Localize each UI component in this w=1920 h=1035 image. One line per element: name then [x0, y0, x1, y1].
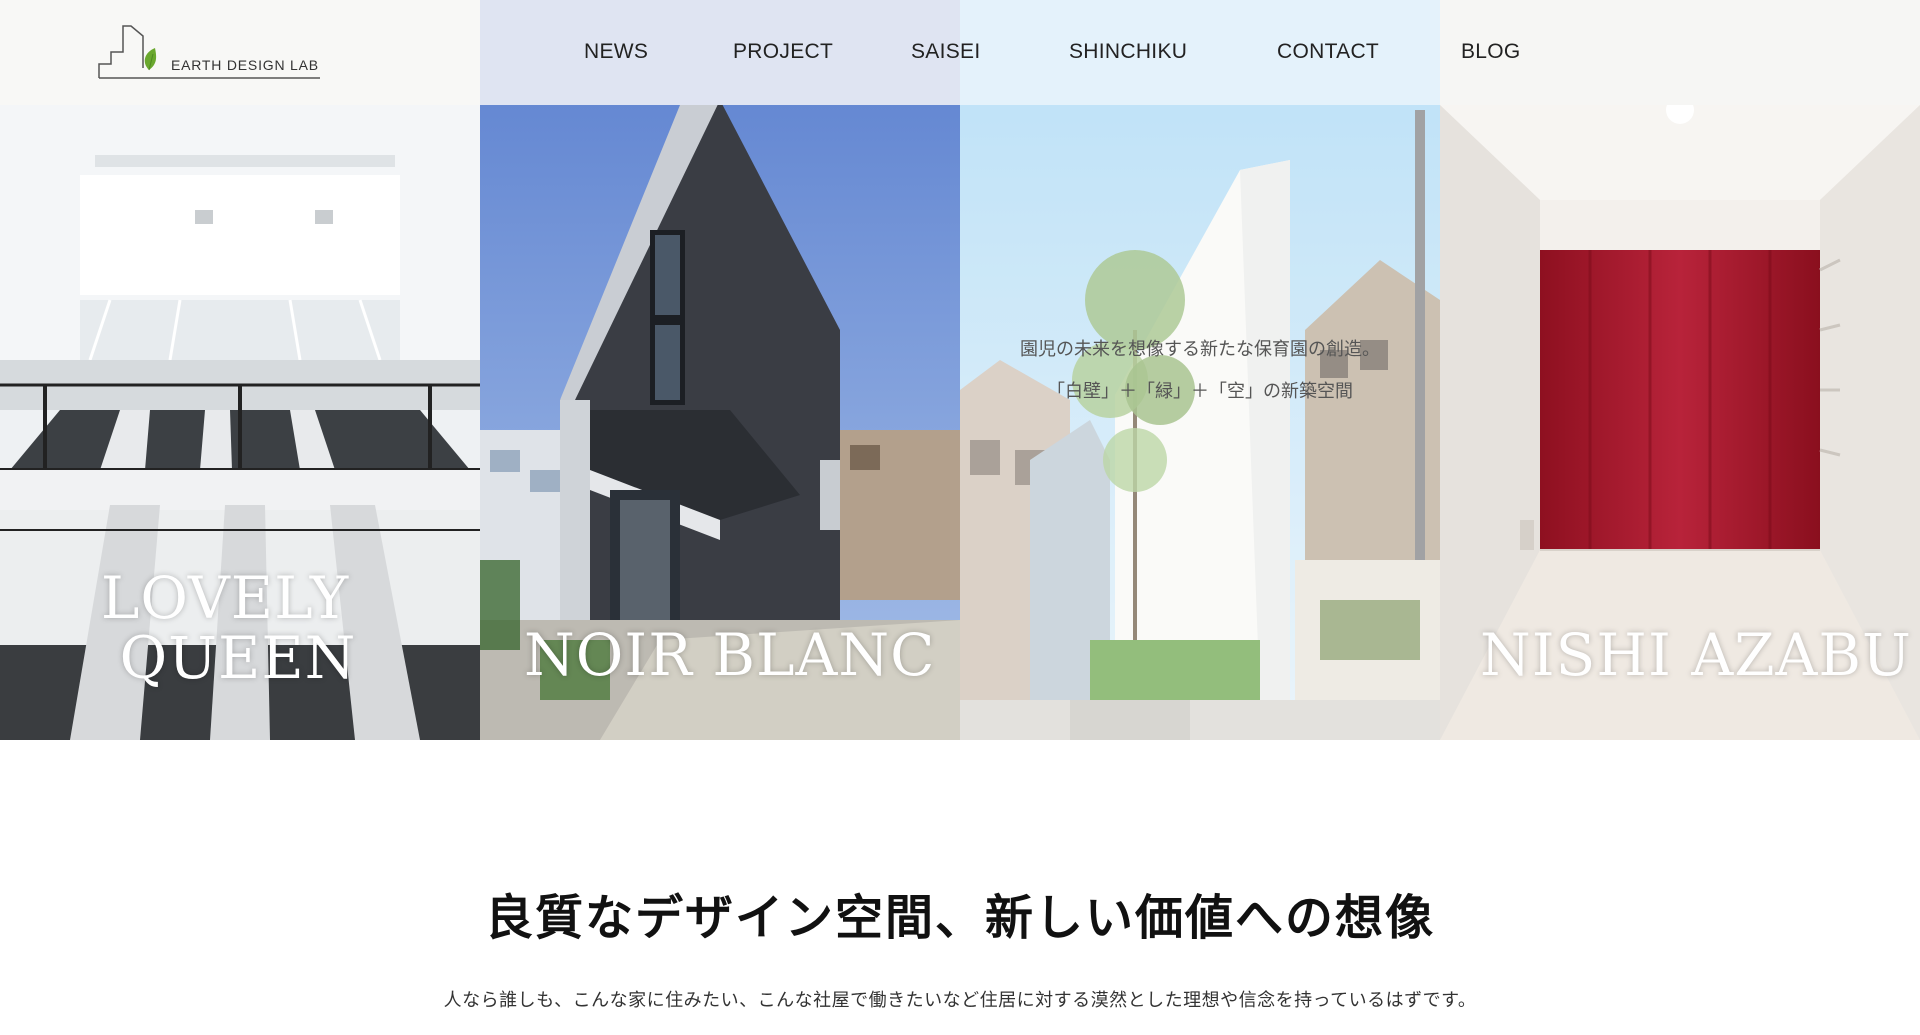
nav-blog[interactable]: BLOG	[1461, 40, 1521, 64]
nursery-caption-line2: 「白壁」＋「緑」＋「空」の新築空間	[1047, 381, 1353, 402]
lovely-queen-title-line2: QUEEN	[119, 624, 357, 692]
nursery-caption-line1: 園児の未来を想像する新たな保育園の創造。	[1020, 339, 1380, 360]
main-nav: NEWS PROJECT SAISEI SHINCHIKU CONTACT BL…	[0, 0, 1920, 105]
intro-text: 人なら誰しも、こんな家に住みたい、こんな社屋で働きたいなど住居に対する漠然とした…	[443, 990, 1477, 1011]
nav-saisei[interactable]: SAISEI	[911, 40, 981, 64]
project-panel-nishi-azabu[interactable]: NISHI AZABU	[1440, 0, 1920, 740]
nav-shinchiku[interactable]: SHINCHIKU	[1069, 40, 1187, 64]
nav-contact[interactable]: CONTACT	[1277, 40, 1379, 64]
nishi-azabu-title: NISHI AZABU	[1480, 621, 1912, 689]
project-panel-lovely-queen[interactable]: LOVELY QUEEN	[0, 0, 480, 740]
nav-news[interactable]: NEWS	[584, 40, 648, 64]
nursery-photo	[960, 0, 1440, 740]
intro-heading: 良質なデザイン空間、新しい価値への想像	[484, 890, 1435, 946]
lovely-queen-title-line1: LOVELY	[100, 564, 350, 632]
project-panel-nursery[interactable]: 園児の未来を想像する新たな保育園の創造。 「白壁」＋「緑」＋「空」の新築空間	[960, 0, 1440, 740]
nav-project[interactable]: PROJECT	[733, 40, 833, 64]
project-panel-noir-blanc[interactable]: NOIR BLANC	[480, 0, 960, 740]
site-header: EARTH DESIGN LAB NEWS PROJECT SAISEI SHI…	[0, 0, 1920, 105]
noir-blanc-title: NOIR BLANC	[524, 621, 936, 689]
hero-gallery: LOVELY QUEEN NOIR BLANC 園児の未来を想像する新たな保育園…	[0, 0, 1920, 740]
lovely-queen-title: LOVELY QUEEN	[0, 568, 450, 688]
